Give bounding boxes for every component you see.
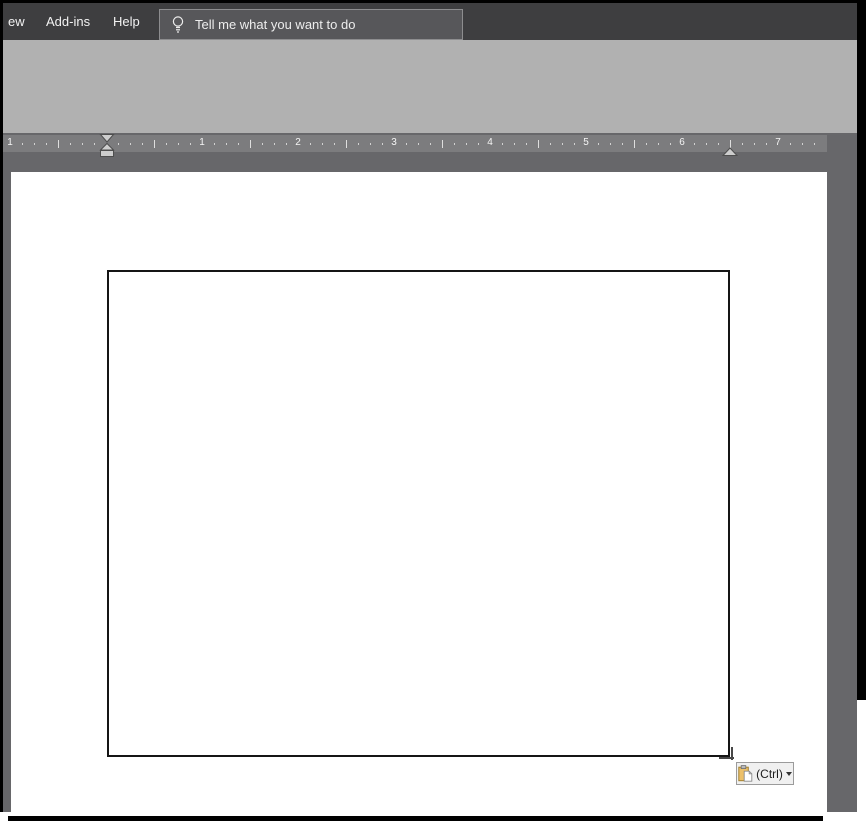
menu-tab-add-ins[interactable]: Add-ins (46, 3, 90, 40)
window-border (0, 0, 866, 3)
ribbon (3, 40, 857, 133)
ruler-tick (310, 143, 311, 145)
ruler-tick (526, 143, 527, 145)
ruler-tick (250, 140, 251, 148)
ruler-number: 5 (583, 137, 589, 148)
lightbulb-icon (171, 15, 185, 34)
ruler-number: 2 (295, 137, 301, 148)
ruler-number: 6 (679, 137, 685, 148)
ruler-tick (346, 140, 347, 148)
horizontal-ruler[interactable]: 1 1 2 3 4 5 6 7 (3, 135, 827, 152)
pasted-rectangle-shape[interactable] (107, 270, 730, 757)
ruler-tick (538, 140, 539, 148)
ruler-tick (418, 143, 419, 145)
ruler-tick (22, 143, 23, 145)
ruler-tick (70, 143, 71, 145)
ruler-tick (514, 143, 515, 145)
menu-tab-partial[interactable]: ew (8, 3, 25, 40)
search-input[interactable] (193, 16, 447, 33)
ruler-tick (406, 143, 407, 145)
ruler-tick (82, 143, 83, 145)
ruler-tick (550, 143, 551, 145)
ruler-tick (46, 143, 47, 145)
ruler-tick (790, 143, 791, 145)
ruler-tick (118, 143, 119, 145)
dropdown-arrow-icon (785, 771, 792, 776)
ruler-tick (502, 143, 503, 145)
ruler-number: 1 (199, 137, 205, 148)
ruler-tick (562, 143, 563, 145)
ruler-tick (142, 143, 143, 145)
ruler-tick (814, 143, 815, 145)
ruler-number: 1 (7, 137, 13, 148)
ruler-tick (190, 143, 191, 145)
ruler-tick (694, 143, 695, 145)
word-window: ew Add-ins Help Tell me what you want to… (0, 0, 866, 821)
ruler-number: 3 (391, 137, 397, 148)
ruler-tick (34, 143, 35, 145)
ruler-tick (598, 143, 599, 145)
ruler-tick (574, 143, 575, 145)
ruler-tick (454, 143, 455, 145)
ruler-tick (646, 143, 647, 145)
ruler-tick (766, 143, 767, 145)
window-border (857, 0, 866, 700)
ruler-tick (442, 140, 443, 148)
ruler-tick (430, 143, 431, 145)
ruler-number: 7 (775, 137, 781, 148)
paste-options-label: (Ctrl) (756, 766, 783, 781)
tell-me-search[interactable] (159, 9, 463, 40)
ruler-tick (178, 143, 179, 145)
ruler-tick (658, 143, 659, 145)
paste-artifact (719, 757, 734, 759)
ruler-tick (622, 143, 623, 145)
indent-markers[interactable] (99, 134, 115, 163)
ruler-tick (718, 143, 719, 145)
window-border (8, 816, 823, 821)
ruler-tick (154, 140, 155, 148)
ruler-tick (802, 143, 803, 145)
ruler-tick (634, 140, 635, 148)
paste-clipboard-icon (738, 765, 753, 782)
ruler-tick (358, 143, 359, 145)
ruler-tick (334, 143, 335, 145)
ruler-tick (238, 143, 239, 145)
ruler-tick (58, 140, 59, 148)
paste-options-button[interactable]: (Ctrl) (736, 762, 794, 785)
ruler-tick (370, 143, 371, 145)
ruler-tick (478, 143, 479, 145)
ruler-tick (742, 143, 743, 145)
ruler-tick (130, 143, 131, 145)
window-border (0, 0, 3, 812)
right-indent-marker[interactable] (721, 144, 739, 162)
ruler-tick (166, 143, 167, 145)
ruler-tick (610, 143, 611, 145)
ruler-tick (670, 143, 671, 145)
ruler-tick (466, 143, 467, 145)
menu-tab-help[interactable]: Help (113, 3, 140, 40)
ruler-tick (322, 143, 323, 145)
ruler-tick (94, 143, 95, 145)
ruler-tick (214, 143, 215, 145)
ruler-tick (226, 143, 227, 145)
ruler-tick (706, 143, 707, 145)
ruler-tick (754, 143, 755, 145)
ruler-tick (262, 143, 263, 145)
menu-bar: ew Add-ins Help (3, 3, 857, 40)
ruler-tick (274, 143, 275, 145)
ruler-number: 4 (487, 137, 493, 148)
ruler-tick (382, 143, 383, 145)
ruler-tick (286, 143, 287, 145)
